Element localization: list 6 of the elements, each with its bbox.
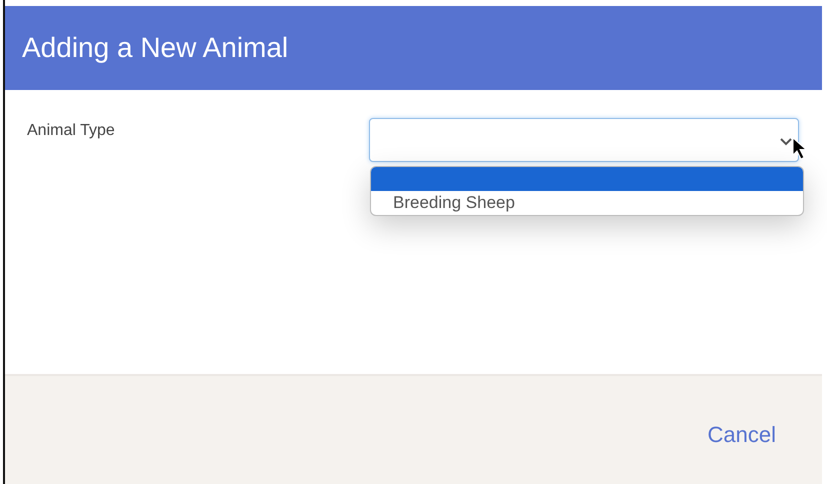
dropdown-option[interactable]: Breeding Sheep [371, 191, 803, 215]
dropdown-option[interactable] [371, 167, 803, 191]
cancel-button[interactable]: Cancel [704, 418, 780, 452]
field-label: Animal Type [27, 121, 116, 141]
dialog-title: Adding a New Animal [22, 32, 288, 64]
chevron-down-icon [780, 138, 792, 146]
